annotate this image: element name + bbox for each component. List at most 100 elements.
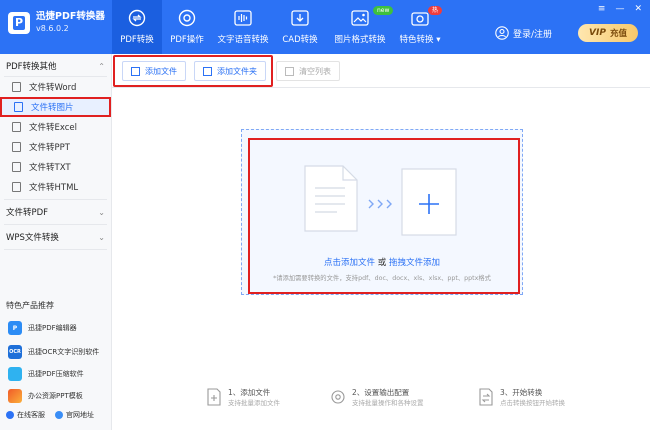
tab-label: PDF操作 <box>170 35 204 45</box>
menu-icon[interactable]: ≡ <box>598 4 606 14</box>
sidebar-item-label: 文件转Excel <box>29 123 78 133</box>
sidebar-item-to-word[interactable]: 文件转Word <box>0 77 111 97</box>
click-add-file-link[interactable]: 点击添加文件 <box>324 258 375 268</box>
step-add-file: 1、添加文件支持批量添加文件 <box>206 388 280 408</box>
file-icon <box>12 182 21 192</box>
add-doc-icon <box>207 388 221 406</box>
add-file-button[interactable]: 添加文件 <box>122 61 186 81</box>
tab-cad-convert[interactable]: CAD转换 <box>278 0 322 54</box>
website-link[interactable]: 官网地址 <box>55 410 94 420</box>
vip-label: 充值 <box>609 29 627 39</box>
featured-item-compress[interactable]: 迅捷PDF压缩软件 <box>0 364 112 384</box>
tab-label: 文字语音转换 <box>217 35 269 45</box>
chevron-up-icon: ⌃ <box>98 61 105 71</box>
step-title: 3、开始转换 <box>500 388 543 397</box>
minimize-icon[interactable]: — <box>615 4 624 14</box>
top-bar: 迅捷PDF转换器 v8.6.0.2 PDF转换 PDF操作 文字语音转换 CAD… <box>0 0 650 54</box>
divider <box>4 249 107 250</box>
featured-label: 迅捷OCR文字识别软件 <box>28 348 100 356</box>
folder-icon <box>203 66 212 76</box>
section-title: 文件转PDF <box>6 208 49 218</box>
sidebar-item-label: 文件转TXT <box>29 163 71 173</box>
clear-list-button[interactable]: 清空列表 <box>276 61 340 81</box>
camera-icon <box>411 12 429 26</box>
featured-label: 迅捷PDF压缩软件 <box>28 370 84 378</box>
featured-label: 迅捷PDF编辑器 <box>28 324 77 332</box>
sidebar-item-label: 文件转PPT <box>29 143 70 153</box>
app-version: v8.6.0.2 <box>36 24 69 33</box>
featured-item-pdf-editor[interactable]: P 迅捷PDF编辑器 <box>0 318 112 338</box>
vip-recharge-button[interactable]: VIP 充值 <box>578 24 638 42</box>
sidebar-item-to-image[interactable]: 文件转图片 <box>0 97 111 117</box>
trash-icon <box>285 66 294 76</box>
drop-zone-text: 点击添加文件 或 拖拽文件添加 <box>241 256 523 268</box>
step-subtitle: 支持批量添加文件 <box>228 399 280 407</box>
tab-label: PDF转换 <box>120 35 154 45</box>
step-subtitle: 支持批量操作和各种设置 <box>352 399 424 407</box>
featured-title: 特色产品推荐 <box>6 301 54 310</box>
settings-icon <box>331 390 345 404</box>
step-subtitle: 点击转换按钮开始转换 <box>500 399 565 407</box>
file-icon <box>12 122 21 132</box>
headset-icon <box>6 411 14 419</box>
vip-mark: VIP <box>589 28 606 38</box>
toolbar: 添加文件 添加文件夹 清空列表 <box>112 54 650 88</box>
section-title: WPS文件转换 <box>6 233 59 243</box>
section-wps-convert[interactable]: WPS文件转换 ⌄ <box>0 225 111 249</box>
globe-icon <box>55 411 63 419</box>
file-icon <box>12 82 21 92</box>
sidebar-item-to-excel[interactable]: 文件转Excel <box>0 117 111 137</box>
sidebar: PDF转换其他 ⌃ 文件转Word 文件转图片 文件转Excel 文件转PPT … <box>0 54 112 430</box>
button-label: 添加文件 <box>145 66 177 76</box>
sidebar-item-to-ppt[interactable]: 文件转PPT <box>0 137 111 157</box>
sidebar-item-label: 文件转图片 <box>31 103 74 113</box>
sidebar-item-label: 文件转HTML <box>29 183 79 193</box>
section-pdf-other[interactable]: PDF转换其他 ⌃ <box>0 56 111 76</box>
add-folder-button[interactable]: 添加文件夹 <box>194 61 266 81</box>
login-label: 登录/注册 <box>513 29 553 40</box>
sidebar-item-label: 文件转Word <box>29 83 77 93</box>
featured-item-ppt-template[interactable]: 办公资源PPT模板 <box>0 386 112 406</box>
tab-pdf-operate[interactable]: PDF操作 <box>162 0 212 54</box>
section-title: PDF转换其他 <box>6 62 57 72</box>
bottom-links: 在线客服 官网地址 <box>6 410 94 420</box>
link-label: 在线客服 <box>17 411 45 419</box>
section-file-to-pdf[interactable]: 文件转PDF ⌄ <box>0 200 111 224</box>
app-name: 迅捷PDF转换器 <box>36 11 105 22</box>
link-label: 官网地址 <box>66 411 94 419</box>
close-icon[interactable]: ✕ <box>634 4 642 14</box>
add-file-icon <box>131 66 140 76</box>
featured-item-ocr[interactable]: OCR 迅捷OCR文字识别软件 <box>0 342 112 362</box>
supported-formats-hint: *请添加需要转换的文件，支持pdf、doc、docx、xls、xlsx、ppt、… <box>273 275 491 282</box>
new-badge: new <box>373 6 394 15</box>
cad-icon <box>291 10 309 26</box>
sidebar-item-to-html[interactable]: 文件转HTML <box>0 177 111 197</box>
audio-wave-icon <box>234 10 252 26</box>
step-start-convert: 3、开始转换点击转换按钮开始转换 <box>478 388 565 408</box>
login-button[interactable]: 登录/注册 <box>495 26 552 40</box>
hot-badge: 热 <box>428 6 443 15</box>
tab-label: 图片格式转换 <box>334 35 386 45</box>
image-icon <box>351 10 369 26</box>
drag-add-file-link[interactable]: 拖拽文件添加 <box>389 258 440 268</box>
step-title: 1、添加文件 <box>228 388 271 397</box>
or-text: 或 <box>375 258 389 268</box>
tab-pdf-convert[interactable]: PDF转换 <box>112 0 162 54</box>
highlight-outline <box>248 138 520 294</box>
convert-doc-icon <box>479 388 493 406</box>
sidebar-item-to-txt[interactable]: 文件转TXT <box>0 157 111 177</box>
featured-label: 办公资源PPT模板 <box>28 392 83 400</box>
convert-icon <box>128 9 146 27</box>
compress-icon <box>8 367 22 381</box>
ppt-template-icon <box>8 389 22 403</box>
online-service-link[interactable]: 在线客服 <box>6 410 45 420</box>
tab-label: CAD转换 <box>282 35 318 45</box>
user-icon <box>495 26 509 40</box>
gear-icon <box>178 9 196 27</box>
button-label: 清空列表 <box>299 66 331 76</box>
button-label: 添加文件夹 <box>217 66 257 76</box>
step-title: 2、设置输出配置 <box>352 388 410 397</box>
tab-text-speech[interactable]: 文字语音转换 <box>214 0 272 54</box>
chevron-down-icon: ⌄ <box>98 232 105 242</box>
pdf-editor-icon: P <box>8 321 22 335</box>
